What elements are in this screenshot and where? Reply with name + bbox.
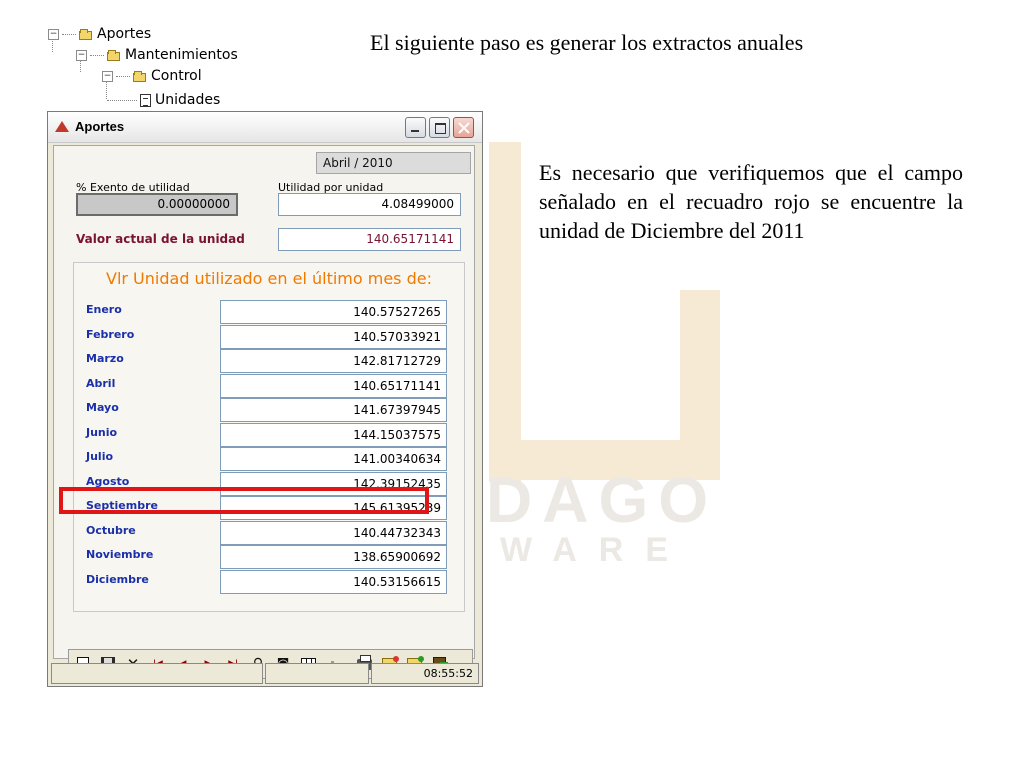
month-value-field[interactable]: 140.44732343 bbox=[220, 521, 447, 545]
month-value-field[interactable]: 140.53156615 bbox=[220, 570, 447, 594]
tree-item-label: Unidades bbox=[155, 92, 221, 108]
month-value-field[interactable]: 145.61395239 bbox=[220, 496, 447, 520]
month-value-field[interactable]: 140.57033921 bbox=[220, 325, 447, 349]
close-window-button[interactable] bbox=[453, 117, 474, 138]
month-label: Febrero bbox=[86, 328, 135, 341]
tree-item-label: Mantenimientos bbox=[125, 47, 238, 63]
month-row-septiembre: Septiembre 145.61395239 bbox=[74, 496, 464, 520]
month-label: Noviembre bbox=[86, 548, 154, 561]
month-row-octubre: Octubre 140.44732343 bbox=[74, 521, 464, 545]
aportes-window: Aportes Abril / 2010 % Exento de utilida… bbox=[47, 111, 483, 687]
month-row-marzo: Marzo 142.81712729 bbox=[74, 349, 464, 373]
month-value-field[interactable]: 140.65171141 bbox=[220, 374, 447, 398]
status-cell-2 bbox=[265, 663, 369, 684]
month-row-diciembre: Diciembre 140.53156615 bbox=[74, 570, 464, 594]
month-value-field[interactable]: 138.65900692 bbox=[220, 545, 447, 569]
status-bar: 08:55:52 bbox=[51, 663, 479, 684]
tree-item-aportes[interactable]: − Aportes bbox=[48, 24, 151, 44]
month-label: Junio bbox=[86, 426, 118, 439]
month-row-enero: Enero 140.57527265 bbox=[74, 300, 464, 324]
month-row-noviembre: Noviembre 138.65900692 bbox=[74, 545, 464, 569]
watermark-shape bbox=[489, 142, 521, 482]
tree-item-label: Control bbox=[151, 68, 202, 84]
month-value-field[interactable]: 141.67397945 bbox=[220, 398, 447, 422]
month-value-field[interactable]: 142.81712729 bbox=[220, 349, 447, 373]
month-label: Enero bbox=[86, 303, 122, 316]
month-label: Diciembre bbox=[86, 573, 149, 586]
tree-view: − Aportes − Mantenimientos − Control Uni… bbox=[48, 24, 268, 110]
month-label: Mayo bbox=[86, 401, 119, 414]
month-label: Agosto bbox=[86, 475, 130, 488]
month-row-agosto: Agosto 142.39152435 bbox=[74, 472, 464, 496]
folder-icon bbox=[107, 49, 121, 61]
watermark-text-line2: WARE bbox=[500, 531, 690, 569]
month-label: Octubre bbox=[86, 524, 136, 537]
collapse-toggle[interactable]: − bbox=[76, 49, 87, 61]
status-cell-1 bbox=[51, 663, 263, 684]
collapse-toggle[interactable]: − bbox=[48, 28, 59, 40]
month-value-field[interactable]: 144.15037575 bbox=[220, 423, 447, 447]
watermark-text-line1: DAGO bbox=[486, 464, 718, 536]
month-row-mayo: Mayo 141.67397945 bbox=[74, 398, 464, 422]
slide-title: El siguiente paso es generar los extract… bbox=[370, 30, 804, 55]
month-value-field[interactable]: 141.00340634 bbox=[220, 447, 447, 471]
tree-item-label: Aportes bbox=[97, 26, 152, 42]
month-label: Marzo bbox=[86, 352, 124, 365]
collapse-toggle[interactable]: − bbox=[102, 70, 113, 82]
slide-body-text: Es necesario que verifiquemos que el cam… bbox=[539, 160, 963, 243]
folder-icon bbox=[79, 28, 93, 40]
minimize-button[interactable] bbox=[405, 117, 426, 138]
status-time: 08:55:52 bbox=[371, 663, 479, 684]
valor-actual-label: Valor actual de la unidad bbox=[76, 232, 245, 246]
exento-field[interactable]: 0.00000000 bbox=[76, 193, 238, 216]
month-label: Septiembre bbox=[86, 499, 158, 512]
app-logo-icon bbox=[55, 121, 69, 132]
tree-item-mantenimientos[interactable]: − Mantenimientos bbox=[76, 45, 238, 65]
folder-icon bbox=[133, 70, 147, 82]
tree-item-unidades[interactable]: Unidades bbox=[107, 90, 220, 110]
period-field: Abril / 2010 bbox=[316, 152, 471, 174]
month-label: Abril bbox=[86, 377, 116, 390]
month-row-febrero: Febrero 140.57033921 bbox=[74, 325, 464, 349]
window-title: Aportes bbox=[75, 119, 125, 134]
utilidad-field[interactable]: 4.08499000 bbox=[278, 193, 461, 216]
main-panel: Abril / 2010 % Exento de utilidad 0.0000… bbox=[53, 145, 475, 679]
month-value-field[interactable]: 142.39152435 bbox=[220, 472, 447, 496]
document-icon bbox=[140, 93, 151, 107]
window-titlebar[interactable]: Aportes bbox=[48, 112, 482, 143]
maximize-button[interactable] bbox=[429, 117, 450, 138]
month-value-field[interactable]: 140.57527265 bbox=[220, 300, 447, 324]
month-row-julio: Julio 141.00340634 bbox=[74, 447, 464, 471]
months-heading: Vlr Unidad utilizado en el último mes de… bbox=[106, 269, 432, 288]
months-group: Vlr Unidad utilizado en el último mes de… bbox=[73, 262, 465, 612]
month-row-junio: Junio 144.15037575 bbox=[74, 423, 464, 447]
month-row-abril: Abril 140.65171141 bbox=[74, 374, 464, 398]
tree-item-control[interactable]: − Control bbox=[102, 66, 202, 86]
month-label: Julio bbox=[86, 450, 114, 463]
valor-actual-field[interactable]: 140.65171141 bbox=[278, 228, 461, 251]
